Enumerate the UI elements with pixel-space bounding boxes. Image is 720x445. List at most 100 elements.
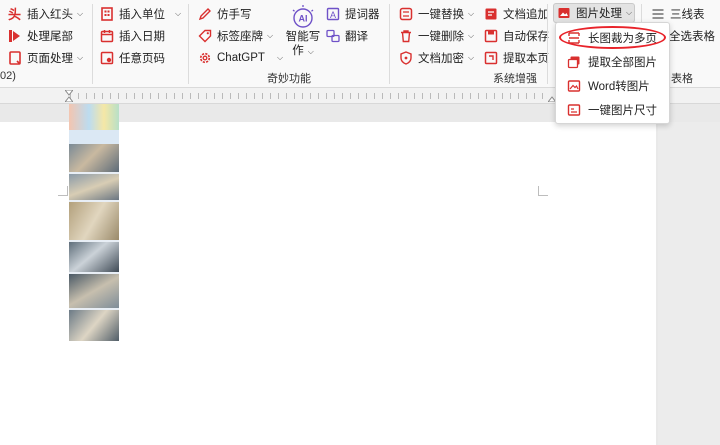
resize-image-icon bbox=[567, 103, 581, 117]
chevron-down-icon: ⌵ bbox=[626, 8, 633, 17]
page-number-icon bbox=[100, 51, 114, 65]
insert-date-button[interactable]: 插入日期 bbox=[100, 26, 165, 46]
image-segment bbox=[69, 310, 119, 341]
ribbon-divider bbox=[188, 4, 189, 84]
process-footer-label: 处理尾部 bbox=[27, 31, 73, 43]
text-a-icon: A bbox=[326, 7, 340, 21]
process-footer-button[interactable]: 处理尾部 bbox=[8, 26, 73, 46]
chevron-down-icon: ⌵ bbox=[468, 9, 475, 18]
replace-icon bbox=[399, 7, 413, 21]
any-page-number-button[interactable]: 任意页码 bbox=[100, 48, 165, 68]
one-click-delete-label: 一键删除 bbox=[418, 31, 464, 43]
chevron-down-icon: ⌵ bbox=[468, 53, 475, 62]
ai-badge-text: AI bbox=[299, 14, 308, 24]
page-process-button[interactable]: 页面处理 ⌵ bbox=[8, 48, 83, 68]
ribbon-divider bbox=[92, 4, 93, 84]
ruler-ticks bbox=[70, 93, 550, 99]
chatgpt-button[interactable]: ChatGPT ⌵ bbox=[198, 48, 283, 68]
vertical-scroll-area[interactable] bbox=[658, 122, 720, 445]
prompt-words-label: 提词器 bbox=[345, 9, 380, 21]
image-segment bbox=[69, 202, 119, 240]
page-icon bbox=[8, 51, 22, 65]
save-icon bbox=[484, 29, 498, 43]
one-click-delete-button[interactable]: 一键删除 ⌵ bbox=[399, 26, 474, 46]
menu-item-label: 一键图片尺寸 bbox=[588, 105, 657, 117]
three-line-table-button[interactable]: 三线表 bbox=[651, 4, 705, 24]
extract-icon bbox=[484, 51, 498, 65]
picture-icon bbox=[567, 79, 581, 93]
menu-item-long-image-split[interactable]: 长图裁为多页 bbox=[556, 27, 669, 49]
image-icon bbox=[557, 6, 571, 20]
group-label-system-enhance: 系统增强 bbox=[493, 73, 537, 85]
menu-item-label: 长图裁为多页 bbox=[588, 33, 657, 45]
three-line-table-label: 三线表 bbox=[670, 9, 705, 21]
menu-item-label: 提取全部图片 bbox=[588, 57, 657, 69]
auto-save-label: 自动保存 bbox=[503, 31, 549, 43]
auto-save-button[interactable]: 自动保存 bbox=[484, 26, 549, 46]
menu-item-word-to-image[interactable]: Word转图片 bbox=[556, 75, 669, 97]
building-icon bbox=[100, 7, 114, 21]
one-click-replace-label: 一键替换 bbox=[418, 9, 464, 21]
insert-unit-label: 插入单位 bbox=[119, 9, 165, 21]
select-all-tables-button[interactable]: 全选表格 bbox=[669, 26, 715, 46]
chatgpt-label: ChatGPT bbox=[217, 52, 265, 64]
margin-corner-mark bbox=[58, 186, 68, 196]
insert-unit-button[interactable]: 插入单位 ⌵ bbox=[100, 4, 181, 24]
image-process-label: 图片处理 bbox=[576, 8, 622, 20]
svg-text:A: A bbox=[330, 10, 336, 20]
menu-item-extract-all-images[interactable]: 提取全部图片 bbox=[556, 51, 669, 73]
split-pages-icon bbox=[567, 31, 581, 45]
image-process-button[interactable]: 图片处理 ⌵ bbox=[557, 3, 632, 23]
image-segment bbox=[69, 104, 119, 130]
doc-append-button[interactable]: 文档追加 bbox=[484, 4, 549, 24]
label-seat-card-label: 标签座牌 bbox=[217, 31, 263, 43]
insert-header-label: 插入红头 bbox=[27, 9, 73, 21]
red-header-icon: 头 bbox=[8, 7, 22, 21]
imitate-handwriting-label: 仿手写 bbox=[217, 9, 252, 21]
image-segment bbox=[69, 144, 119, 172]
translate-button[interactable]: 翻译 bbox=[326, 26, 368, 46]
label-seat-card-button[interactable]: 标签座牌 ⌵ bbox=[198, 26, 273, 46]
prompt-words-button[interactable]: A 提词器 bbox=[326, 4, 380, 24]
three-lines-icon bbox=[651, 7, 665, 21]
translate-icon bbox=[326, 29, 340, 43]
image-segment bbox=[69, 130, 119, 144]
group-label-magic: 奇妙功能 bbox=[267, 73, 311, 85]
trash-icon bbox=[399, 29, 413, 43]
smart-writing-label-line1: 智能写 bbox=[285, 31, 321, 43]
chevron-down-icon: ⌵ bbox=[468, 31, 475, 40]
smart-writing-label-line2-row: 作 ⌵ bbox=[282, 44, 324, 59]
any-page-number-label: 任意页码 bbox=[119, 53, 165, 65]
one-click-replace-button[interactable]: 一键替换 ⌵ bbox=[399, 4, 474, 24]
group-label-left-partial: 02) bbox=[0, 70, 16, 82]
translate-label: 翻译 bbox=[345, 31, 368, 43]
insert-header-button[interactable]: 头 插入红头 ⌵ bbox=[8, 4, 83, 24]
chevron-down-icon: ⌵ bbox=[77, 53, 84, 62]
svg-text:头: 头 bbox=[8, 7, 21, 21]
left-indent-marker[interactable] bbox=[65, 90, 73, 102]
chevron-down-icon: ⌵ bbox=[267, 31, 274, 40]
select-all-tables-label: 全选表格 bbox=[669, 31, 715, 43]
long-image[interactable] bbox=[69, 104, 119, 341]
image-segment bbox=[69, 174, 119, 200]
tag-icon bbox=[198, 29, 212, 43]
menu-item-one-click-image-size[interactable]: 一键图片尺寸 bbox=[556, 99, 669, 121]
page-process-label: 页面处理 bbox=[27, 53, 73, 65]
doc-encrypt-button[interactable]: 文档加密 ⌵ bbox=[399, 48, 474, 68]
doc-encrypt-label: 文档加密 bbox=[418, 53, 464, 65]
image-segment bbox=[69, 242, 119, 272]
imitate-handwriting-button[interactable]: 仿手写 bbox=[198, 4, 252, 24]
smart-writing-label-line2: 作 bbox=[292, 45, 304, 57]
pen-icon bbox=[198, 7, 212, 21]
image-segment bbox=[69, 274, 119, 308]
image-process-dropdown: 长图裁为多页 提取全部图片 Word转图片 一键图片尺寸 bbox=[555, 22, 670, 124]
chevron-down-icon: ⌵ bbox=[175, 9, 182, 18]
calendar-icon bbox=[100, 29, 114, 43]
extract-page-button[interactable]: 提取本页 bbox=[484, 48, 549, 68]
shield-icon bbox=[399, 51, 413, 65]
ribbon-divider bbox=[389, 4, 390, 84]
images-icon bbox=[567, 55, 581, 69]
chevron-down-icon: ⌵ bbox=[77, 9, 84, 18]
smart-writing-button[interactable]: AI 智能写 作 ⌵ bbox=[282, 4, 324, 64]
margin-corner-mark bbox=[538, 186, 548, 196]
